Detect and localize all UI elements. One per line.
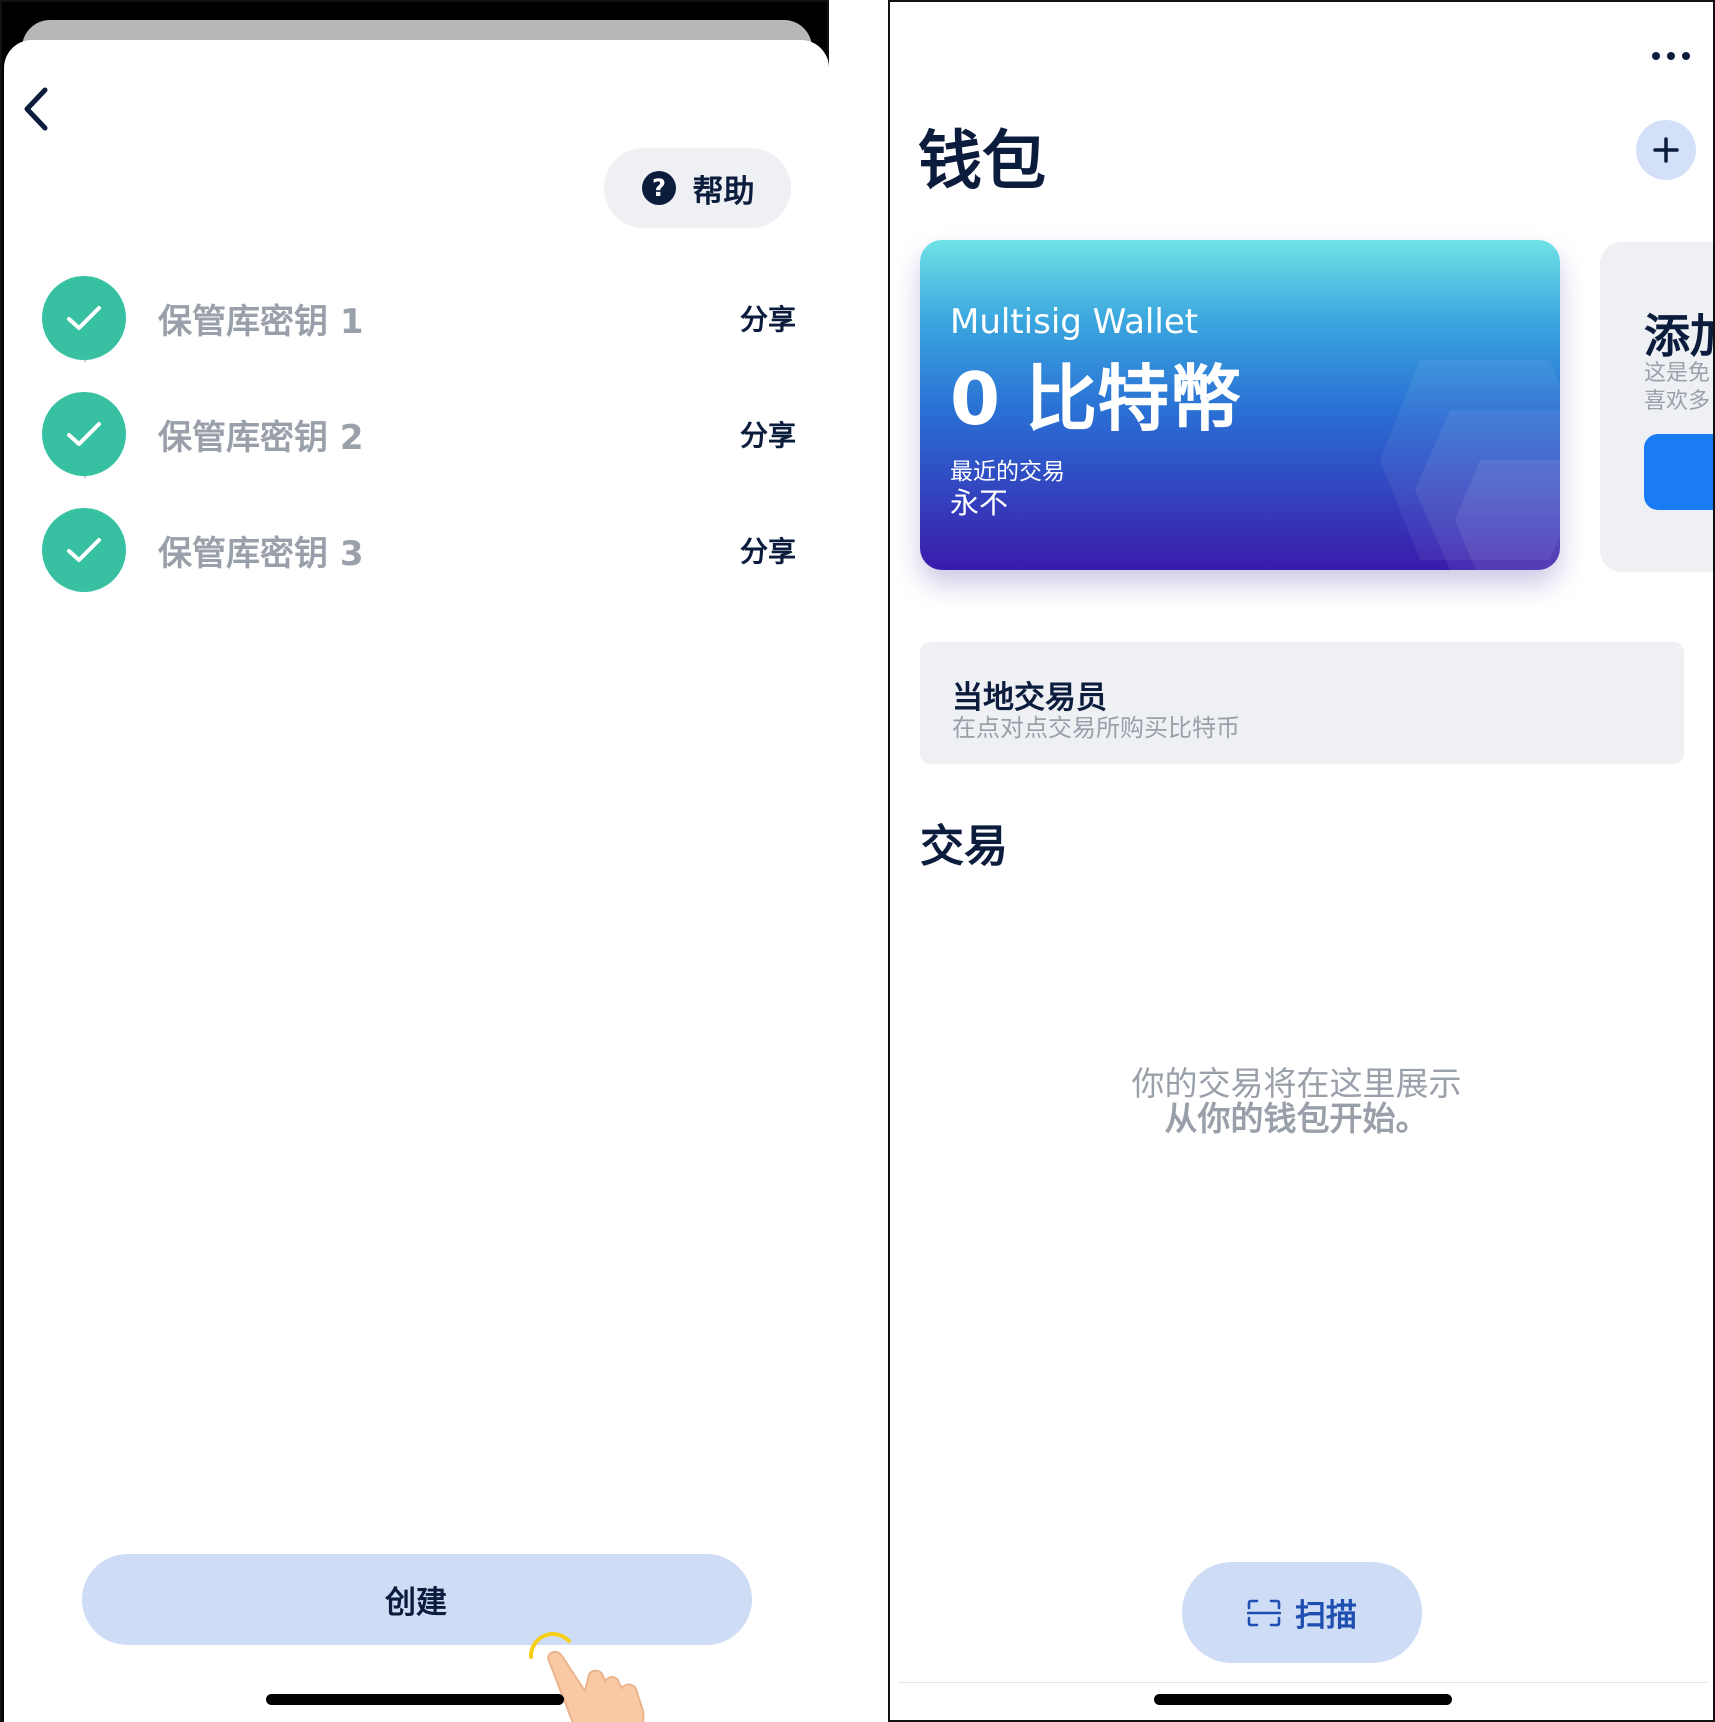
home-indicator[interactable] (1154, 1694, 1452, 1705)
add-card-subtitle-line-2: 喜欢多 (1644, 389, 1711, 414)
more-dots-icon (1682, 52, 1690, 60)
vault-key-row-3: 保管库密钥 3 分享 (42, 508, 796, 592)
check-icon (67, 538, 101, 562)
latest-transaction-value: 永不 (950, 486, 1009, 520)
wallet-name: Multisig Wallet (950, 302, 1199, 342)
help-button[interactable]: ? 帮助 (604, 148, 791, 228)
vault-key-row-2: 保管库密钥 2 分享 (42, 392, 796, 476)
more-options-button[interactable] (1646, 44, 1696, 68)
create-label: 创建 (385, 1585, 447, 1621)
right-phone-frame: 钱包 Multisig Wallet 0 比特幣 最近的交易 永不 添加 这是免… (888, 0, 1715, 1722)
add-card-subtitle: 这是免 喜欢多 (1644, 360, 1710, 416)
add-wallet-card[interactable]: 添加 这是免 喜欢多 (1600, 242, 1713, 572)
back-button[interactable] (12, 78, 60, 140)
svg-text:?: ? (652, 174, 666, 202)
key-check-badge (42, 392, 126, 476)
empty-state-line-2: 从你的钱包开始。 (1164, 1099, 1429, 1138)
key-label: 保管库密钥 3 (158, 533, 364, 574)
back-chevron-icon (24, 87, 48, 131)
add-wallet-button[interactable] (1636, 120, 1696, 180)
plus-icon (1653, 137, 1679, 163)
check-icon (67, 306, 101, 330)
scan-icon (1247, 1599, 1281, 1626)
home-indicator[interactable] (266, 1694, 564, 1705)
local-trader-banner[interactable]: 当地交易员 在点对点交易所购买比特币 (920, 642, 1684, 764)
wallet-balance: 0 比特幣 (950, 357, 1242, 441)
share-button[interactable]: 分享 (740, 414, 796, 454)
add-card-title: 添加 (1644, 309, 1713, 363)
more-dots-icon (1667, 52, 1675, 60)
add-card-action-button[interactable] (1644, 434, 1713, 510)
scan-button[interactable]: 扫描 (1182, 1562, 1422, 1663)
share-button[interactable]: 分享 (740, 298, 796, 338)
transactions-header: 交易 (920, 821, 1008, 872)
key-label: 保管库密钥 2 (158, 417, 364, 458)
key-check-badge (42, 508, 126, 592)
bottom-divider (898, 1682, 1708, 1683)
add-card-subtitle-line-1: 这是免 (1644, 361, 1711, 386)
wallet-card[interactable]: Multisig Wallet 0 比特幣 最近的交易 永不 (920, 240, 1560, 570)
vault-key-row-1: 保管库密钥 1 分享 (42, 276, 796, 360)
help-label: 帮助 (692, 173, 755, 210)
tap-hand-icon (529, 1632, 645, 1722)
card-hexagon-decoration (1380, 360, 1560, 570)
key-check-badge (42, 276, 126, 360)
question-circle-icon: ? (641, 171, 676, 205)
vault-setup-sheet: ? 帮助 保管库密钥 1 分享 保管库密钥 2 分享 保管库密钥 3 分享 创建 (4, 40, 829, 1722)
left-phone-frame: ? 帮助 保管库密钥 1 分享 保管库密钥 2 分享 保管库密钥 3 分享 创建 (0, 0, 829, 1722)
share-button[interactable]: 分享 (740, 530, 796, 570)
local-trader-subtitle: 在点对点交易所购买比特币 (952, 714, 1240, 742)
page-title: 钱包 (918, 125, 1046, 199)
key-label: 保管库密钥 1 (158, 301, 364, 342)
scan-label: 扫描 (1295, 1598, 1357, 1634)
more-dots-icon (1652, 52, 1660, 60)
check-icon (67, 422, 101, 446)
